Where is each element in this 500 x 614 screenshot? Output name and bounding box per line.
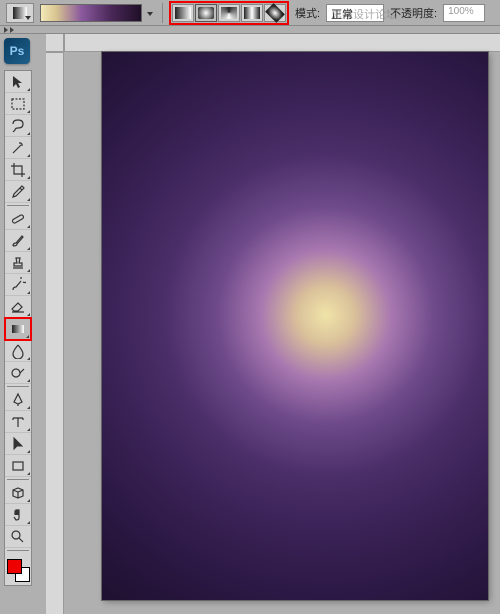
gradient-type-radial[interactable] — [195, 4, 217, 22]
ruler-horizontal[interactable] — [64, 34, 500, 52]
dodge-tool[interactable] — [5, 362, 31, 384]
3d-icon — [10, 485, 26, 501]
opacity-field[interactable]: 100% — [443, 4, 485, 22]
document-area — [46, 34, 500, 614]
eyedropper-tool[interactable] — [5, 181, 31, 203]
foreground-color-swatch[interactable] — [7, 559, 22, 574]
tool-preset-picker[interactable] — [6, 3, 34, 23]
app-logo[interactable]: Ps — [4, 38, 30, 64]
mode-label: 模式: — [295, 5, 320, 21]
dodge-icon — [10, 365, 26, 381]
wand-icon — [10, 140, 26, 156]
divider — [162, 3, 163, 23]
watermark-text: 思缘设计论坛 — [331, 6, 397, 22]
lasso-icon — [10, 118, 26, 134]
lasso-tool[interactable] — [5, 115, 31, 137]
type-tool[interactable] — [5, 411, 31, 433]
pen-icon — [10, 392, 26, 408]
gradient-type-linear[interactable] — [172, 4, 194, 22]
move-tool[interactable] — [5, 71, 31, 93]
zoom-tool[interactable] — [5, 526, 31, 548]
blend-mode-dropdown[interactable]: 正常 思缘设计论坛 — [326, 4, 384, 22]
color-swatches[interactable] — [5, 557, 31, 585]
gradient-type-reflected[interactable] — [241, 4, 263, 22]
healing-tool[interactable] — [5, 208, 31, 230]
eraser-icon — [10, 299, 26, 315]
eraser-tool[interactable] — [5, 296, 31, 318]
brush-tool[interactable] — [5, 230, 31, 252]
chevron-right-icon — [4, 27, 8, 33]
move-icon — [10, 74, 26, 90]
blur-tool[interactable] — [5, 340, 31, 362]
brush-icon — [10, 233, 26, 249]
blur-icon — [10, 343, 26, 359]
chevron-right-icon — [10, 27, 14, 33]
crop-tool[interactable] — [5, 159, 31, 181]
stamp-tool[interactable] — [5, 252, 31, 274]
panel-collapse-strip[interactable] — [0, 26, 500, 34]
zoom-icon — [10, 529, 26, 545]
gradient-icon — [10, 321, 26, 337]
type-icon — [10, 414, 26, 430]
eyedropper-icon — [10, 184, 26, 200]
pen-tool[interactable] — [5, 389, 31, 411]
ruler-origin[interactable] — [46, 34, 64, 52]
wand-tool[interactable] — [5, 137, 31, 159]
shape-tool[interactable] — [5, 455, 31, 477]
3d-tool[interactable] — [5, 482, 31, 504]
bandaid-icon — [10, 211, 26, 227]
history-brush-tool[interactable] — [5, 274, 31, 296]
options-bar: 模式: 正常 思缘设计论坛 不透明度: 100% — [0, 0, 500, 26]
stamp-icon — [10, 255, 26, 271]
hand-tool[interactable] — [5, 504, 31, 526]
gradient-type-angle[interactable] — [218, 4, 240, 22]
tools-panel — [4, 70, 32, 586]
gradient-preview[interactable] — [40, 4, 142, 22]
gradient-icon — [13, 7, 27, 19]
history-brush-icon — [10, 277, 26, 293]
path-tool[interactable] — [5, 433, 31, 455]
gradient-tool[interactable] — [5, 318, 31, 340]
canvas[interactable] — [102, 52, 488, 600]
crop-icon — [10, 162, 26, 178]
opacity-label: 不透明度: — [390, 5, 437, 21]
marquee-tool[interactable] — [5, 93, 31, 115]
rectangle-icon — [10, 458, 26, 474]
hand-icon — [10, 507, 26, 523]
path-selection-icon — [10, 436, 26, 452]
marquee-icon — [10, 96, 26, 112]
left-sidebar: Ps — [0, 34, 44, 614]
ruler-vertical[interactable] — [46, 52, 64, 614]
gradient-type-group — [169, 1, 289, 25]
gradient-type-diamond[interactable] — [264, 4, 286, 22]
